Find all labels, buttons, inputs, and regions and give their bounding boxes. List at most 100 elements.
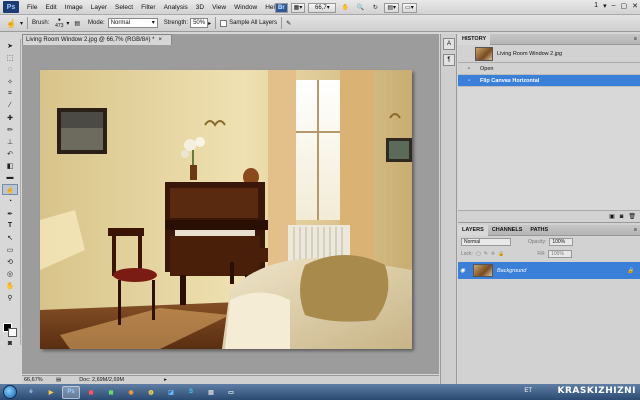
strength-input[interactable]: 50% (190, 18, 209, 28)
workspace-number[interactable]: 1 (594, 2, 598, 10)
menu-select[interactable]: Select (111, 4, 137, 11)
history-item-active[interactable]: ▫ Flip Canvas Horizontal (458, 75, 640, 87)
app-taskbar-icon-window[interactable]: ▭ (222, 386, 240, 399)
opacity-input[interactable]: 100% (549, 238, 574, 246)
lock-image-icon[interactable]: ✎ (484, 251, 488, 257)
mode-dropdown[interactable]: Normal ▾ (107, 18, 158, 28)
maximize-icon[interactable]: ▢ (621, 2, 628, 10)
blend-mode-dropdown[interactable]: Normal (461, 238, 511, 246)
menu-analysis[interactable]: Analysis (160, 4, 192, 11)
input-language-indicator[interactable]: ET (524, 388, 532, 394)
zoom-level-dropdown[interactable]: 66,7 ▾ (308, 2, 337, 13)
tab-channels[interactable]: CHANNELS (488, 225, 527, 236)
eraser-tool-icon[interactable]: ◧ (2, 160, 18, 171)
brush-preset-picker[interactable]: ● 473 (52, 17, 66, 30)
tab-history[interactable]: HISTORY (458, 33, 491, 45)
zoom-readout[interactable]: 66,67% (22, 377, 52, 383)
close-tab-icon[interactable]: × (158, 37, 162, 43)
media-player-taskbar-icon[interactable]: ▶ (42, 386, 60, 399)
status-arrow-icon[interactable]: ▸ (164, 377, 167, 383)
clone-stamp-tool-icon[interactable]: ⊥ (2, 136, 18, 147)
panel-menu-icon[interactable]: ≡ (634, 227, 637, 233)
hand-tool-icon[interactable]: ✋ (2, 280, 18, 291)
history-item[interactable]: ▫ Open (458, 63, 640, 75)
lock-position-icon[interactable]: ✛ (491, 251, 495, 257)
app-taskbar-icon-blue[interactable]: ◪ (162, 386, 180, 399)
lock-all-icon[interactable]: 🔒 (498, 251, 504, 257)
sample-all-layers-checkbox[interactable] (220, 19, 228, 27)
gradient-tool-icon[interactable]: ▬ (2, 172, 18, 183)
lock-transparent-icon[interactable]: ▢ (476, 251, 481, 257)
rotate-view-icon[interactable]: ↻ (369, 3, 381, 13)
tab-paths[interactable]: PATHS (526, 225, 552, 236)
shape-tool-icon[interactable]: ▭ (2, 244, 18, 255)
crop-tool-icon[interactable]: ⌗ (2, 88, 18, 99)
tab-layers[interactable]: LAYERS (458, 224, 488, 236)
photoshop-taskbar-icon[interactable]: Ps (62, 385, 80, 399)
pdf-taskbar-icon[interactable]: ◼ (82, 386, 100, 399)
menu-filter[interactable]: Filter (137, 4, 159, 11)
hand-tool-icon[interactable]: ✋ (339, 3, 351, 13)
smudge-tool-icon[interactable]: ☝ (6, 19, 16, 28)
explorer-taskbar-icon[interactable]: e (22, 386, 40, 399)
bridge-button[interactable]: Br (275, 2, 288, 13)
smudge-tool-selected-icon[interactable]: ☝ (2, 184, 18, 195)
character-panel-icon[interactable]: A (443, 38, 455, 50)
chrome-taskbar-icon[interactable]: ◍ (142, 386, 160, 399)
menu-file[interactable]: File (23, 4, 41, 11)
screen-mode-button[interactable]: ▭▾ (402, 2, 417, 13)
menu-view[interactable]: View (208, 4, 230, 11)
lasso-tool-icon[interactable]: ◌ (2, 64, 18, 75)
document-tab[interactable]: Living Room Window 2.jpg @ 66,7% (RGB/8#… (22, 34, 172, 45)
start-button-icon[interactable] (3, 385, 17, 399)
brush-panel-icon[interactable]: ▤ (74, 20, 80, 27)
panel-menu-icon[interactable]: ≡ (634, 36, 637, 42)
move-tool-icon[interactable]: ➤ (2, 40, 18, 51)
menu-window[interactable]: Window (230, 4, 261, 11)
paragraph-panel-icon[interactable]: ¶ (443, 54, 455, 66)
workspace-dropdown-icon[interactable]: ▾ (603, 2, 607, 10)
pen-tool-icon[interactable]: ✒ (2, 208, 18, 219)
trash-icon[interactable]: 🗑 (628, 213, 636, 220)
brush-tool-icon[interactable]: ✏ (2, 124, 18, 135)
app-taskbar-icon-gray[interactable]: ▤ (202, 386, 220, 399)
menu-layer[interactable]: Layer (87, 4, 111, 11)
marquee-tool-icon[interactable]: ⬚ (2, 52, 18, 63)
eyedropper-tool-icon[interactable]: ⁄ (2, 100, 18, 111)
eye-icon[interactable]: ◉ (458, 267, 467, 274)
layer-row[interactable]: ◉ Background 🔒 (458, 262, 640, 279)
history-brush-tool-icon[interactable]: ↶ (2, 148, 18, 159)
menu-image[interactable]: Image (61, 4, 87, 11)
brush-dropdown-icon[interactable]: ▾ (66, 20, 69, 27)
3d-orbit-tool-icon[interactable]: ◎ (2, 268, 18, 279)
new-document-from-state-icon[interactable]: ▣ (609, 213, 615, 220)
type-tool-icon[interactable]: T (2, 220, 18, 231)
fill-input[interactable]: 100% (548, 250, 573, 258)
zoom-tool-icon[interactable]: ⚲ (2, 292, 18, 303)
strength-dropdown-icon[interactable]: ▸ (208, 20, 211, 27)
arrange-documents-button[interactable]: ▤▾ (384, 2, 400, 13)
zoom-tool-icon[interactable]: 🔍 (354, 3, 366, 13)
view-extras-button[interactable]: ▦▾ (290, 2, 306, 13)
minimize-icon[interactable]: – (612, 2, 616, 10)
menu-3d[interactable]: 3D (192, 4, 208, 11)
close-icon[interactable]: ✕ (632, 2, 638, 10)
dodge-tool-icon[interactable]: ◔ (2, 196, 18, 207)
tool-preset-dropdown-icon[interactable]: ▾ (20, 20, 23, 27)
info-panel-icon[interactable]: ▤ (56, 377, 61, 383)
tablet-pressure-icon[interactable]: ✎ (286, 20, 291, 27)
firefox-taskbar-icon[interactable]: ◉ (122, 386, 140, 399)
new-snapshot-icon[interactable]: ◙ (620, 214, 624, 220)
3d-rotate-tool-icon[interactable]: ⟲ (2, 256, 18, 267)
menu-edit[interactable]: Edit (41, 4, 60, 11)
history-snapshot[interactable]: Living Room Window 2.jpg (458, 45, 640, 63)
app-taskbar-icon-green[interactable]: ◼ (102, 386, 120, 399)
app-taskbar-icon-skype[interactable]: S (182, 386, 200, 399)
image-canvas[interactable] (40, 70, 412, 349)
healing-brush-tool-icon[interactable]: ✚ (2, 112, 18, 123)
background-color-swatch[interactable] (8, 328, 17, 337)
quick-select-tool-icon[interactable]: ✧ (2, 76, 18, 87)
path-select-tool-icon[interactable]: ↖ (2, 232, 18, 243)
history-brush-source-icon[interactable]: ▫ (458, 66, 480, 72)
quick-mask-icon[interactable]: ◙ (2, 338, 18, 349)
